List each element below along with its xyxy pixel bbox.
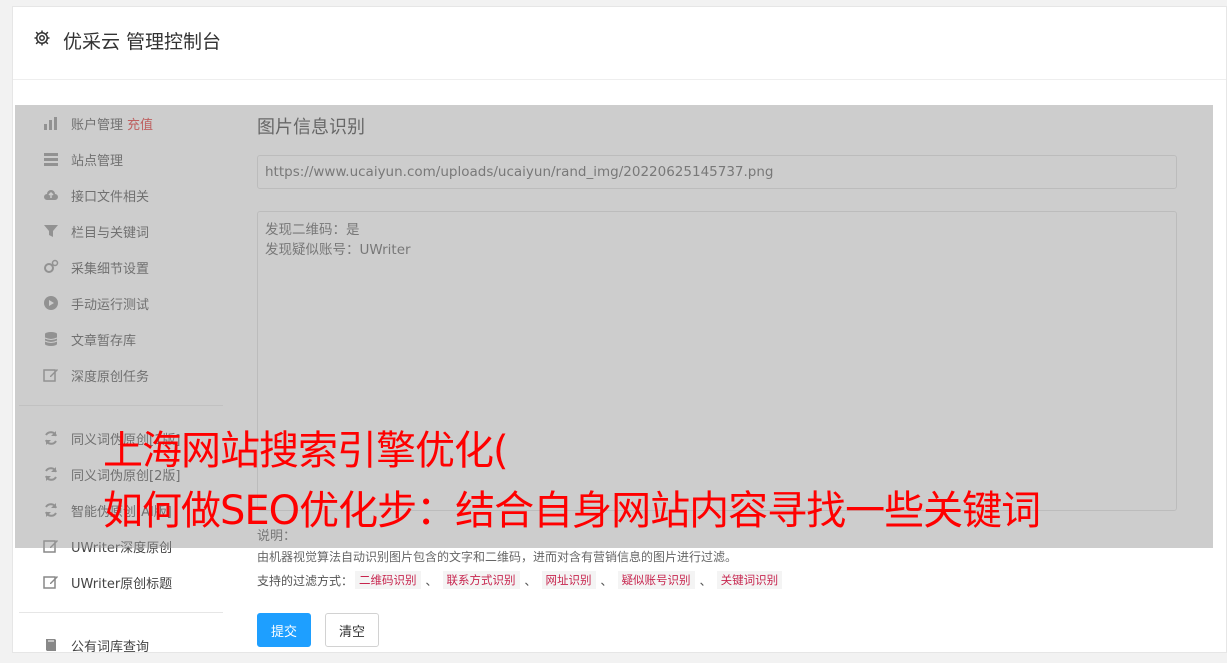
sidebar-item-label: 深度原创任务 — [71, 369, 150, 385]
image-url-input[interactable] — [257, 155, 1177, 189]
database-icon — [44, 332, 58, 346]
overlay-caption-line2: 如何做SEO优化步：结合自身网站内容寻找一些关键词 — [103, 488, 1041, 534]
cloud-upload-icon — [44, 190, 58, 200]
edit-icon — [43, 369, 58, 382]
overlay-caption-line1: 上海网站搜索引擎优化( — [103, 428, 509, 474]
filter-icon — [44, 225, 58, 237]
sidebar: 账户管理 充值 站点管理 接口文件相关 栏目与关键词 采集细节设置 手动运行测试… — [13, 105, 223, 663]
play-circle-icon — [44, 296, 58, 310]
sidebar-item-account[interactable]: 账户管理 充值 — [13, 105, 223, 141]
filter-tag: 二维码识别 — [355, 571, 421, 589]
sidebar-item-label: 采集细节设置 — [71, 261, 150, 277]
filter-tag: 疑似账号识别 — [617, 571, 695, 589]
bar-chart-icon — [44, 117, 57, 130]
recharge-link[interactable]: 充值 — [127, 114, 153, 133]
result-line: 发现疑似账号：UWriter — [265, 242, 411, 258]
sidebar-divider — [19, 405, 223, 406]
filter-methods: 支持的过滤方式： 二维码识别 、 联系方式识别 、 网址识别 、 疑似账号识别 … — [257, 571, 1177, 589]
gear-icon[interactable] — [33, 29, 51, 47]
sidebar-item-deep-original-task[interactable]: 深度原创任务 — [13, 357, 223, 393]
result-line: 发现二维码：是 — [265, 222, 360, 238]
filters-label: 支持的过滤方式： — [257, 573, 354, 588]
sidebar-item-collect-settings[interactable]: 采集细节设置 — [13, 249, 223, 285]
refresh-icon — [45, 431, 57, 445]
sidebar-item-manual-run[interactable]: 手动运行测试 — [13, 285, 223, 321]
page-title: 优采云 管理控制台 — [63, 31, 222, 53]
sidebar-item-label: 账户管理 — [71, 117, 124, 133]
filter-separator: 、 — [524, 573, 537, 588]
filter-separator: 、 — [600, 573, 613, 588]
sidebar-item-label: 手动运行测试 — [71, 297, 150, 313]
filter-tag: 关键词识别 — [716, 571, 783, 589]
main-content: 图片信息识别 发现二维码：是 发现疑似账号：UWriter 说明： 由机器视觉算… — [257, 105, 1177, 647]
sidebar-item-public-thesaurus[interactable]: 公有词库查询 — [13, 627, 223, 663]
refresh-icon — [45, 503, 57, 517]
sidebar-item-label: 栏目与关键词 — [71, 225, 150, 241]
section-title: 图片信息识别 — [257, 117, 365, 138]
edit-icon — [43, 576, 58, 589]
sidebar-item-columns-keywords[interactable]: 栏目与关键词 — [13, 213, 223, 249]
sidebar-item-label: 站点管理 — [71, 153, 124, 169]
app-frame: 优采云 管理控制台 账户管理 充值 站点管理 接口文件相关 栏目与关键词 采集细… — [12, 6, 1227, 655]
sidebar-item-label: UWriter深度原创 — [71, 540, 173, 556]
filter-separator: 、 — [425, 573, 438, 588]
filter-tag: 联系方式识别 — [442, 571, 520, 589]
sidebar-item-label: 接口文件相关 — [71, 189, 150, 205]
clear-button[interactable]: 清空 — [325, 613, 379, 647]
sidebar-item-uwriter-title[interactable]: UWriter原创标题 — [13, 564, 223, 600]
sidebar-item-sites[interactable]: 站点管理 — [13, 141, 223, 177]
book-icon — [46, 639, 56, 651]
sidebar-item-label: 公有词库查询 — [71, 639, 150, 655]
sidebar-item-interface-files[interactable]: 接口文件相关 — [13, 177, 223, 213]
submit-button[interactable]: 提交 — [257, 613, 311, 647]
sidebar-divider — [19, 612, 223, 613]
action-buttons: 提交 清空 — [257, 613, 1177, 647]
explain-text: 由机器视觉算法自动识别图片包含的文字和二维码，进而对含有营销信息的图片进行过滤。 — [257, 550, 738, 564]
refresh-icon — [45, 467, 57, 481]
sidebar-item-article-storage[interactable]: 文章暂存库 — [13, 321, 223, 357]
cogs-icon — [44, 259, 59, 273]
server-icon — [44, 153, 58, 166]
sidebar-item-label: UWriter原创标题 — [71, 576, 173, 592]
sidebar-item-label: 文章暂存库 — [71, 333, 137, 349]
edit-icon — [43, 540, 58, 553]
filter-tag: 网址识别 — [541, 571, 596, 589]
header: 优采云 管理控制台 — [13, 7, 1226, 80]
filter-separator: 、 — [699, 573, 712, 588]
